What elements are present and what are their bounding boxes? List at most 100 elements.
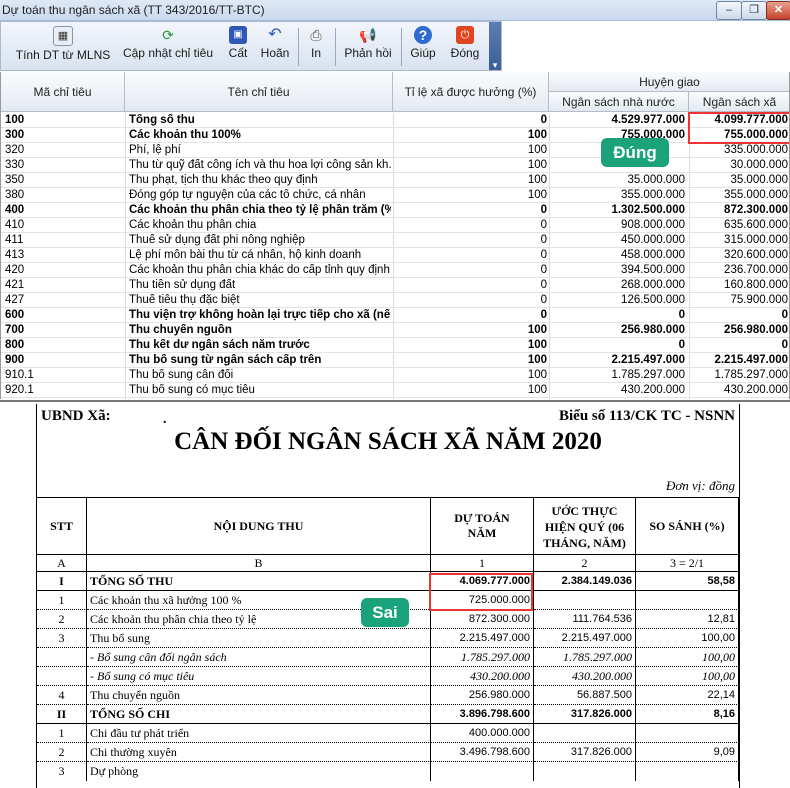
report-cell-noidung: Dự phòng	[87, 762, 431, 781]
cell-nsx: 256.980.000	[724, 324, 788, 336]
report-cell-stt	[37, 667, 87, 686]
grid-row[interactable]: 320 Phí, lệ phí 100 335.000.000	[1, 143, 789, 158]
grid-row[interactable]: 700 Thu chuyển nguồn 100 256.980.000 256.980…	[1, 323, 789, 338]
refresh-icon: ⟳	[162, 27, 174, 43]
grid-row[interactable]: 600 Thu viện trợ không hoàn lại trực tiếp…	[1, 308, 789, 323]
report-cell-noidung: Thu bổ sung	[87, 629, 431, 648]
cell-ma: 411	[5, 234, 24, 246]
col-header-ten[interactable]: Tên chỉ tiêu	[125, 72, 393, 112]
cell-tyle: 100	[527, 189, 547, 201]
report-cell-dutoan: 872.300.000	[431, 610, 534, 629]
report-cell-sosanh: 9,09	[636, 743, 739, 762]
minimize-button[interactable]: –	[716, 1, 742, 20]
toolbar: ▦ Tính DT từ MLNS ⟳ Cập nhật chỉ tiêu ▣ …	[0, 21, 502, 71]
feedback-button[interactable]: 📢 Phản hồi	[343, 24, 393, 68]
cell-nsnn: 4.529.977.000	[611, 114, 685, 126]
report-cell-noidung: Chi đầu tư phát triển	[87, 724, 431, 743]
cell-nsnn: 355.000.000	[621, 189, 685, 201]
grid-row[interactable]: 400 Các khoản thu phân chia theo tỷ lệ ph…	[1, 203, 789, 218]
hdr-dutoan-line1: DỰ TOÁN	[454, 511, 510, 525]
cell-ma: 380	[5, 189, 25, 201]
cell-tyle: 100	[527, 129, 547, 141]
close-button[interactable]: ⏻ Đóng	[447, 24, 483, 68]
cell-ma: 410	[5, 219, 25, 231]
grid-row[interactable]: 421 Thu tiền sử dụng đất 0 268.000.000 160.8…	[1, 278, 789, 293]
grid-row[interactable]: 920.1 Thu bổ sung có mục tiêu 100 430.200.0…	[1, 383, 789, 398]
window-close-button[interactable]: ✕	[766, 1, 790, 20]
col-header-nsnn[interactable]: Ngân sách nhà nước	[549, 92, 689, 112]
cell-ten: Thu bổ sung từ ngân sách cấp trên	[129, 354, 322, 366]
report-cell-sosanh: 22,14	[636, 686, 739, 705]
ubnd-label: UBND Xã:	[41, 408, 111, 424]
cell-tyle: 100	[527, 174, 547, 186]
calc-from-mlns-label: Tính DT từ MLNS	[15, 48, 111, 62]
grid-row[interactable]: 427 Thuế tiêu thụ đặc biệt 0 126.500.000 75.…	[1, 293, 789, 308]
print-button[interactable]: ⎙ In	[303, 24, 329, 68]
help-label: Giúp	[410, 46, 436, 60]
print-icon: ⎙	[310, 27, 322, 43]
sub-a: A	[37, 555, 87, 572]
grid-row[interactable]: 350 Thu phạt, tịch thu khác theo quy định…	[1, 173, 789, 188]
cell-tyle: 0	[540, 294, 547, 306]
calc-from-mlns-button[interactable]: ▦ Tính DT từ MLNS	[15, 24, 111, 68]
grid-row[interactable]: 411 Thuế sử dụng đất phi nông nghiệp 0 450.…	[1, 233, 789, 248]
grid-row[interactable]: 330 Thu từ quỹ đất công ích và thu hoa lợ…	[1, 158, 789, 173]
report-cell-stt: 2	[37, 743, 87, 762]
cell-tyle: 0	[540, 204, 547, 216]
budget-report: UBND Xã: . Biểu số 113/CK TC - NSNN CÂN …	[0, 400, 790, 788]
cell-tyle: 0	[540, 114, 547, 126]
hdr-uoc: ƯỚC THỰC HIỆN QUÝ (06 THÁNG, NĂM)	[534, 498, 636, 555]
report-cell-stt: 1	[37, 724, 87, 743]
cell-ten: Thuế sử dụng đất phi nông nghiệp	[129, 234, 305, 246]
cell-ma: 400	[5, 204, 25, 216]
grid-row[interactable]: 100 Tổng số thu 0 4.529.977.000 4.099.777.00…	[1, 113, 789, 128]
cell-ma: 421	[5, 279, 25, 291]
toolbar-overflow-button[interactable]: ▾	[489, 22, 501, 70]
grid-row[interactable]: 410 Các khoản thu phân chia 0 908.000.000 63…	[1, 218, 789, 233]
save-button[interactable]: ▣ Cất	[223, 24, 253, 68]
hdr-uoc-line2: HIỆN QUÝ (06	[544, 520, 625, 534]
cell-ten: Thu phạt, tịch thu khác theo quy định	[129, 174, 318, 186]
report-cell-noidung: TỔNG SỐ THU	[87, 572, 431, 591]
grid-row[interactable]: 300 Các khoản thu 100% 100 755.000.000 755.0…	[1, 128, 789, 143]
update-targets-button[interactable]: ⟳ Cập nhật chỉ tiêu	[121, 24, 215, 68]
hdr-stt: STT	[37, 498, 87, 555]
col-header-ma[interactable]: Mã chỉ tiêu	[1, 72, 125, 112]
report-cell-stt: 3	[37, 629, 87, 648]
cell-nsnn: 394.500.000	[621, 264, 685, 276]
grid-row[interactable]: 800 Thu kết dư ngân sách năm trước 100 0 0	[1, 338, 789, 353]
report-cell-sosanh: 12,81	[636, 610, 739, 629]
cell-tyle: 100	[527, 144, 547, 156]
report-cell-dutoan: 400.000.000	[431, 724, 534, 743]
grid-row[interactable]: 420 Các khoản thu phân chia khác do cấp t…	[1, 263, 789, 278]
report-cell-stt: 2	[37, 610, 87, 629]
cell-nsnn: 0	[678, 309, 685, 321]
report-cell-sosanh	[636, 591, 739, 610]
undo-button[interactable]: ↶ Hoãn	[257, 24, 293, 68]
grid-row[interactable]: 413 Lệ phí môn bài thu từ cá nhân, hộ kin…	[1, 248, 789, 263]
grid-row[interactable]: 380 Đóng góp tự nguyện của các tổ chức, c…	[1, 188, 789, 203]
report-cell-sosanh: 100,00	[636, 648, 739, 667]
cell-tyle: 0	[540, 234, 547, 246]
toolbar-separator	[335, 28, 336, 66]
grid-row[interactable]: 900 Thu bổ sung từ ngân sách cấp trên 100 2…	[1, 353, 789, 368]
report-cell-noidung: TỔNG SỐ CHI	[87, 705, 431, 724]
report-frame: UBND Xã: . Biểu số 113/CK TC - NSNN CÂN …	[36, 404, 740, 788]
cell-ma: 420	[5, 264, 25, 276]
col-header-nsx[interactable]: Ngân sách xã	[689, 92, 789, 112]
cell-ten: Thu chuyển nguồn	[129, 324, 232, 336]
cell-nsnn: 1.302.500.000	[611, 204, 685, 216]
cell-nsx: 355.000.000	[724, 189, 788, 201]
cell-tyle: 0	[540, 249, 547, 261]
cell-nsx: 2.215.497.000	[714, 354, 788, 366]
cell-nsnn: 430.200.000	[621, 384, 685, 396]
grid-row[interactable]: 910.1 Thu bổ sung cân đối 100 1.785.297.000…	[1, 368, 789, 383]
help-button[interactable]: ? Giúp	[407, 24, 439, 68]
restore-button[interactable]: ❐	[741, 1, 767, 20]
cell-tyle: 0	[540, 219, 547, 231]
col-header-tyle[interactable]: Tỉ lệ xã được hưởng (%)	[393, 72, 549, 112]
cell-ma: 413	[5, 249, 25, 261]
cell-tyle: 100	[527, 324, 547, 336]
report-cell-stt: 4	[37, 686, 87, 705]
callout-correct: Đúng	[601, 138, 669, 167]
